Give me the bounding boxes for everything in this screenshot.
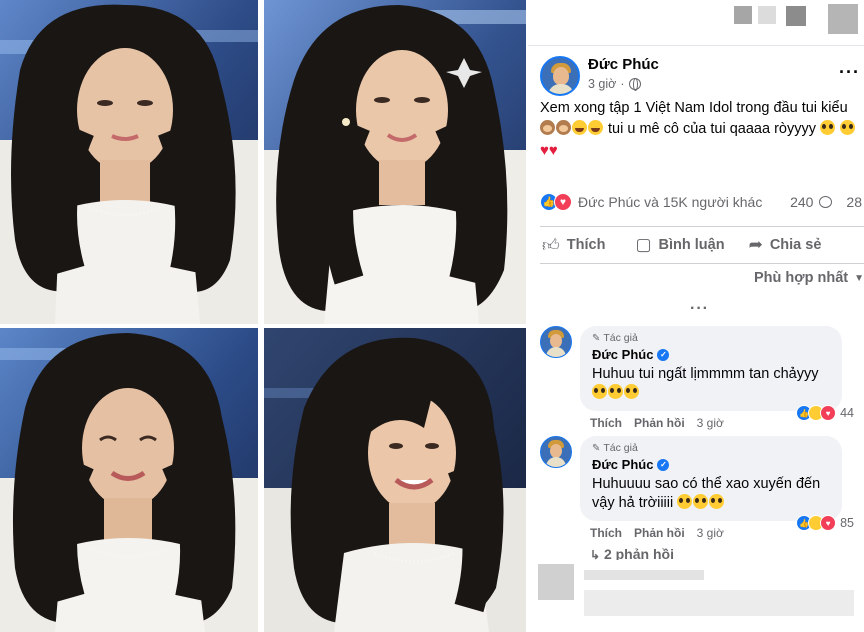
photo-1-image — [0, 0, 258, 324]
caret-down-icon: ▼ — [854, 272, 864, 284]
love-reaction-icon: ♥ — [820, 515, 837, 531]
comment-bubble: ✎ Tác giả Đức Phúc ✓ Huhuuuu sao có thể … — [580, 436, 842, 521]
post-header: Đức Phúc 3 giờ · ··· — [540, 56, 860, 96]
blurred-region — [538, 564, 574, 600]
comment-sort-dropdown[interactable]: Phù hợp nhất ▼ — [754, 270, 864, 286]
pleading-face-icon — [709, 494, 725, 509]
post-meta: 3 giờ · — [588, 77, 641, 91]
more-options-icon[interactable]: ··· — [839, 62, 860, 83]
top-bar — [528, 0, 864, 46]
pleading-face-icon — [624, 384, 639, 399]
author-badge: ✎ Tác giả — [592, 442, 638, 454]
pleading-face-icon — [840, 120, 856, 135]
comment-bubble: ✎ Tác giả Đức Phúc ✓ Huhuu tui ngất lịmm… — [580, 326, 842, 411]
post-time[interactable]: 3 giờ — [588, 77, 616, 91]
post-text-main: Xem xong tập 1 Việt Nam Idol trong đầu t… — [540, 100, 848, 116]
share-count[interactable]: 28 — [846, 194, 862, 210]
reaction-summary[interactable]: 👍 ♥ Đức Phúc và 15K người khác 240 28 — [540, 191, 862, 213]
blurred-region — [828, 4, 858, 34]
pleading-face-icon — [693, 494, 709, 509]
comment-reply-button[interactable]: Phản hồi — [634, 526, 685, 540]
comment-reactions[interactable]: 👍 ♥ 44 — [796, 405, 854, 421]
red-heart-icon: ♥ — [548, 142, 558, 159]
see-no-evil-monkey-icon — [556, 120, 571, 135]
comment-reaction-count: 85 — [840, 516, 854, 530]
comment-actions: Thích Phản hồi 3 giờ — [590, 416, 724, 430]
comment-reply-button[interactable]: Phản hồi — [634, 416, 685, 430]
pleading-face-icon — [820, 120, 836, 135]
pen-icon: ✎ — [592, 442, 601, 454]
post-text: Xem xong tập 1 Việt Nam Idol trong đầu t… — [540, 98, 862, 161]
pen-icon: ✎ — [592, 332, 601, 344]
photo-4[interactable] — [264, 328, 526, 632]
comment-like-button[interactable]: Thích — [590, 526, 622, 540]
globe-icon — [628, 78, 641, 91]
share-button[interactable]: ➦ Chia sẻ — [749, 235, 822, 255]
comment-time[interactable]: 3 giờ — [697, 416, 724, 430]
comment-reactions[interactable]: 👍 ♥ 85 — [796, 515, 854, 531]
see-no-evil-monkey-icon — [540, 120, 555, 135]
more-comments-icon[interactable]: ··· — [690, 300, 709, 318]
action-bar: 👍︎ Thích ▢ Bình luận ➦ Chia sẻ — [540, 226, 864, 264]
post-panel: Đức Phúc 3 giờ · ··· Xem xong tập 1 Việt… — [528, 0, 864, 632]
comment-button[interactable]: ▢ Bình luận — [635, 235, 724, 255]
photo-3-image — [0, 328, 258, 632]
comment-bubble-icon — [819, 196, 833, 208]
pleading-face-icon — [608, 384, 623, 399]
author-name[interactable]: Đức Phúc — [588, 56, 659, 73]
like-button[interactable]: 👍︎ Thích — [542, 235, 605, 256]
red-heart-icon: ♥ — [540, 142, 549, 159]
photo-1[interactable] — [0, 0, 258, 324]
reaction-names[interactable]: Đức Phúc và 15K người khác — [578, 194, 762, 210]
photo-4-image — [264, 328, 526, 632]
comment-time[interactable]: 3 giờ — [697, 526, 724, 540]
blurred-region — [734, 6, 752, 24]
comment-text: Huhuuuu sao có thể xao xuyến đến vậy hả … — [592, 476, 821, 511]
love-reaction-icon: ♥ — [820, 405, 837, 421]
photo-collage[interactable] — [0, 0, 526, 632]
comment-icon: ▢ — [635, 235, 652, 254]
blurred-comment-input — [528, 560, 864, 632]
blurred-region — [584, 590, 854, 616]
commenter-name[interactable]: Đức Phúc ✓ — [592, 457, 830, 472]
author-badge: ✎ Tác giả — [592, 332, 638, 344]
photo-2-image — [264, 0, 526, 324]
comment-text: Huhuu tui ngất lịmmmm tan chảyyy — [592, 365, 830, 403]
blurred-region — [758, 6, 776, 24]
photo-2[interactable] — [264, 0, 526, 324]
pleading-face-icon — [592, 384, 607, 399]
commenter-avatar[interactable] — [540, 326, 572, 358]
comment-count[interactable]: 240 — [790, 194, 833, 210]
verified-icon: ✓ — [657, 458, 670, 471]
pleading-face-icon — [677, 494, 693, 509]
laughing-face-icon — [572, 120, 587, 135]
comment-reaction-count: 44 — [840, 406, 854, 420]
verified-icon: ✓ — [657, 348, 670, 361]
share-icon: ➦ — [748, 235, 763, 254]
comment-actions: Thích Phản hồi 3 giờ — [590, 526, 724, 540]
author-avatar[interactable] — [540, 56, 580, 96]
laughing-face-icon — [588, 120, 603, 135]
post-text-tail: tui u mê cô của tui qaaaa ròyyyy — [608, 121, 816, 137]
commenter-avatar[interactable] — [540, 436, 572, 468]
commenter-name[interactable]: Đức Phúc ✓ — [592, 347, 830, 362]
blurred-region — [584, 570, 704, 580]
blurred-region — [786, 6, 806, 26]
comment-like-button[interactable]: Thích — [590, 416, 622, 430]
love-reaction-icon: ♥ — [554, 193, 572, 211]
photo-3[interactable] — [0, 328, 258, 632]
like-icon: 👍︎ — [542, 235, 560, 255]
